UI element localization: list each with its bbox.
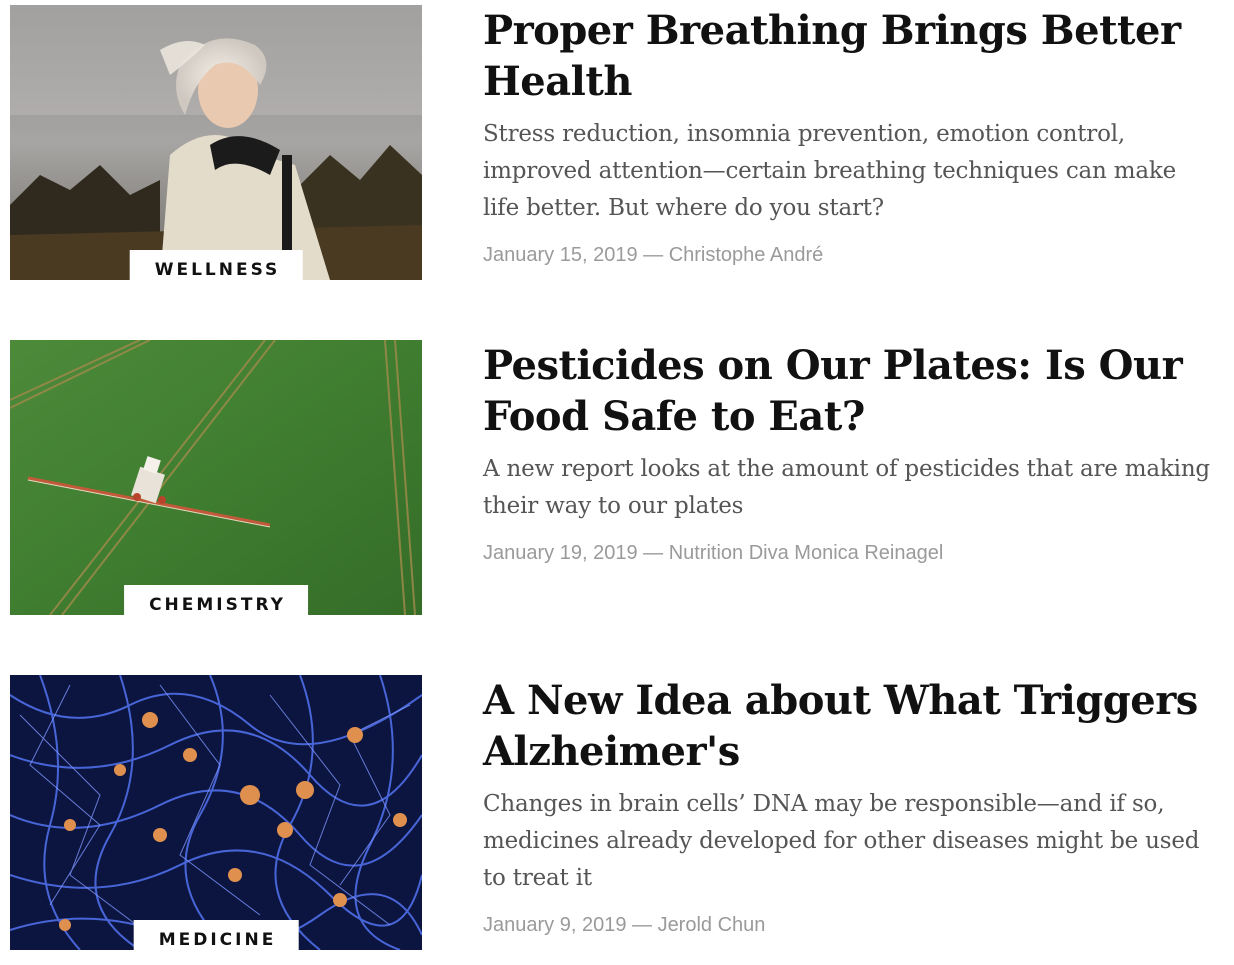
author-link[interactable]: Nutrition Diva Monica Reinagel	[669, 542, 944, 564]
article-thumbnail[interactable]: CHEMISTRY	[10, 340, 422, 615]
author-link[interactable]: Jerold Chun	[658, 914, 766, 936]
byline-separator: —	[643, 244, 664, 266]
article-byline: January 9, 2019 — Jerold Chun	[483, 914, 1218, 937]
woman-in-wind-photo	[10, 5, 422, 280]
article-date: January 9, 2019	[483, 914, 627, 936]
article-byline: January 19, 2019 — Nutrition Diva Monica…	[483, 542, 1218, 565]
article-date: January 19, 2019	[483, 542, 638, 564]
article-dek: Changes in brain cells’ DNA may be respo…	[483, 791, 1200, 891]
byline-separator: —	[643, 542, 664, 564]
article-headline[interactable]: Proper Breathing Brings Better Health	[483, 5, 1218, 107]
article-thumbnail[interactable]: WELLNESS	[10, 5, 422, 280]
article-text: Pesticides on Our Plates: Is Our Food Sa…	[483, 340, 1218, 565]
brain-cells-photo	[10, 675, 422, 950]
category-tag[interactable]: WELLNESS	[129, 250, 303, 280]
article-text: A New Idea about What Triggers Alzheimer…	[483, 675, 1218, 937]
article-thumbnail[interactable]: MEDICINE	[10, 675, 422, 950]
category-tag[interactable]: MEDICINE	[133, 920, 299, 950]
author-link[interactable]: Christophe André	[669, 244, 824, 266]
article-text: Proper Breathing Brings Better Health St…	[483, 5, 1218, 267]
article-byline: January 15, 2019 — Christophe André	[483, 244, 1218, 267]
article-date: January 15, 2019	[483, 244, 638, 266]
category-tag[interactable]: CHEMISTRY	[124, 585, 308, 615]
article-headline[interactable]: A New Idea about What Triggers Alzheimer…	[483, 675, 1218, 777]
tractor-field-photo	[10, 340, 422, 615]
byline-separator: —	[632, 914, 652, 936]
article-dek: A new report looks at the amount of pest…	[483, 456, 1210, 519]
article-dek: Stress reduction, insomnia prevention, e…	[483, 121, 1177, 221]
article-headline[interactable]: Pesticides on Our Plates: Is Our Food Sa…	[483, 340, 1218, 442]
